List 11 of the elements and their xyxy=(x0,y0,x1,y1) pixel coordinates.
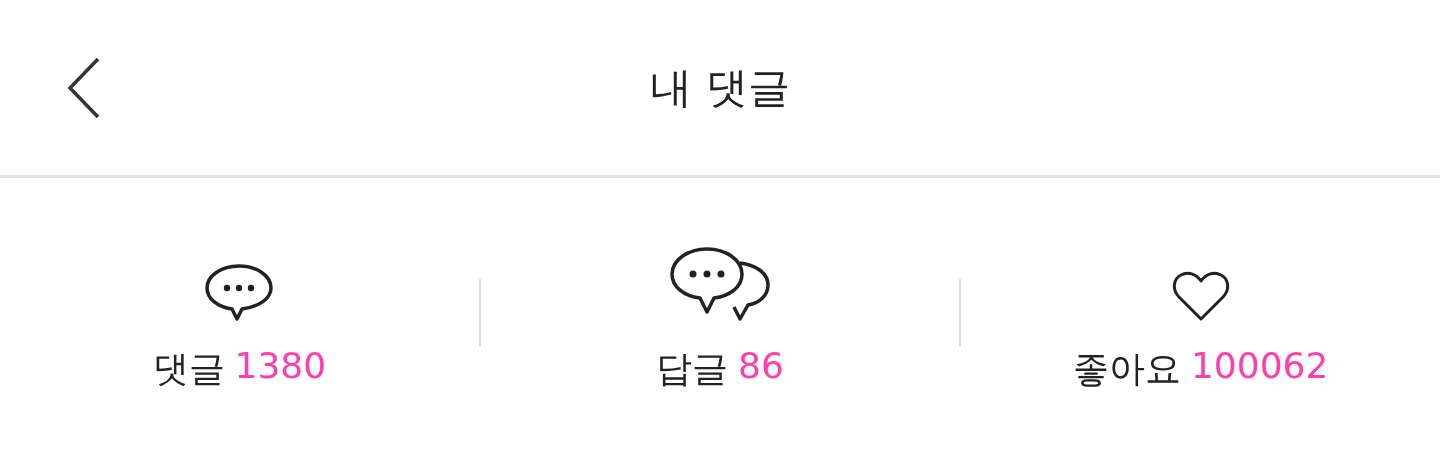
back-button[interactable] xyxy=(66,56,102,120)
page-title: 내 댓글 xyxy=(650,61,790,114)
stat-count: 86 xyxy=(738,344,784,388)
stat-count: 100062 xyxy=(1190,344,1329,388)
speech-bubbles-icon xyxy=(668,244,772,323)
stat-label: 답글 xyxy=(656,346,729,391)
heart-icon xyxy=(1171,270,1230,323)
stat-label: 댓글 xyxy=(152,346,225,391)
stat-count: 1380 xyxy=(234,344,327,388)
stat-label: 좋아요 xyxy=(1072,346,1181,391)
speech-bubble-icon xyxy=(204,262,275,323)
